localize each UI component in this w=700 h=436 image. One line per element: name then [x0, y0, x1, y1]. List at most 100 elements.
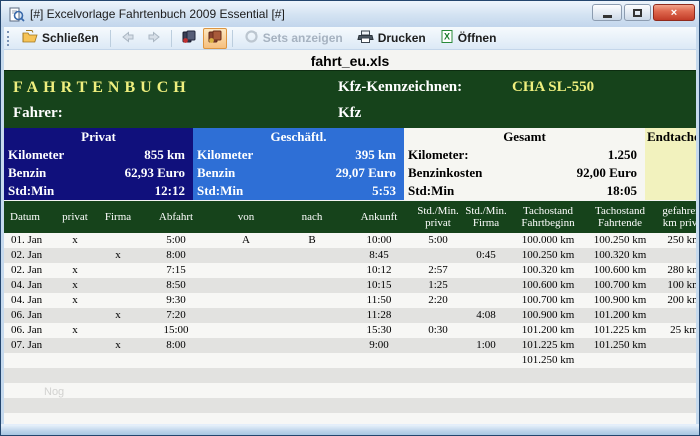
toolbar: Schließen	[4, 27, 696, 50]
summary-value: 1.250	[608, 146, 637, 164]
table-cell	[414, 368, 462, 383]
table-row	[4, 383, 696, 398]
column-header: Datum	[4, 201, 54, 233]
summary-value: 92,00 Euro	[577, 164, 637, 182]
table-cell	[462, 278, 510, 293]
sets-icon	[244, 29, 259, 47]
maximize-button[interactable]	[624, 4, 651, 21]
table-cell	[212, 248, 280, 263]
table-cell: 02. Jan	[4, 248, 54, 263]
summary-endtacho: Endtacho	[645, 128, 696, 200]
table-cell	[280, 323, 344, 338]
table-cell	[54, 368, 96, 383]
table-cell	[140, 398, 212, 413]
table-cell	[654, 308, 696, 323]
table-cell	[96, 278, 140, 293]
table-cell: 04. Jan	[4, 293, 54, 308]
table-cell	[462, 293, 510, 308]
kfz-kennzeichen-value: CHA SL-550	[512, 79, 594, 96]
table-cell: 280 km	[654, 263, 696, 278]
table-cell: 10:00	[344, 233, 414, 248]
table-cell	[586, 398, 654, 413]
logbook-header: FAHRTENBUCH Kfz-Kennzeichnen: CHA SL-550…	[4, 70, 696, 128]
table-cell	[510, 413, 586, 424]
schliessen-button[interactable]: Schließen	[16, 28, 105, 49]
table-cell	[462, 233, 510, 248]
table-cell	[212, 323, 280, 338]
table-row: 06. Janx15:0015:300:30101.200 km101.225 …	[4, 323, 696, 338]
sets-anzeigen-button[interactable]: Sets anzeigen	[238, 28, 349, 49]
table-cell	[54, 413, 96, 424]
table-cell	[654, 383, 696, 398]
table-cell	[212, 263, 280, 278]
column-header: Std./Min. privat	[414, 201, 462, 233]
summary-value: 12:12	[155, 182, 185, 200]
table-cell: 10:12	[344, 263, 414, 278]
table-cell: 100.320 km	[586, 248, 654, 263]
table-cell: 8:45	[344, 248, 414, 263]
table-cell	[510, 383, 586, 398]
table-cell: 101.225 km	[510, 338, 586, 353]
summary-privat: PrivatKilometer855 kmBenzin62,93 EuroStd…	[4, 128, 193, 200]
summary-row: Kilometer:1.250	[404, 146, 645, 164]
view-mode-button[interactable]	[177, 28, 201, 49]
table-cell	[344, 383, 414, 398]
table-cell	[414, 353, 462, 368]
table-cell: 250 km	[654, 233, 696, 248]
column-header: nach	[280, 201, 344, 233]
table-cell: 100.320 km	[510, 263, 586, 278]
summary-row: Std:Min18:05	[404, 182, 645, 200]
cards-dark-icon	[181, 29, 197, 47]
toolbar-grip-handle[interactable]	[7, 31, 10, 46]
close-button[interactable]: ×	[653, 4, 695, 21]
table-cell	[462, 353, 510, 368]
table-cell: x	[54, 293, 96, 308]
table-row: 101.250 km	[4, 353, 696, 368]
table-cell	[140, 383, 212, 398]
table-cell: 7:20	[140, 308, 212, 323]
table-cell: 15:30	[344, 323, 414, 338]
summary-label: Benzin	[197, 164, 235, 182]
oeffnen-button[interactable]: X Öffnen	[434, 28, 503, 49]
column-header: Abfahrt	[140, 201, 212, 233]
excel-file-icon: X	[440, 29, 454, 47]
table-cell: 0:30	[414, 323, 462, 338]
summary-row: Benzin29,07 Euro	[193, 164, 404, 182]
back-button[interactable]	[116, 28, 140, 49]
table-cell: 5:00	[140, 233, 212, 248]
forward-button[interactable]	[142, 28, 166, 49]
table-cell	[96, 293, 140, 308]
column-header: Firma	[96, 201, 140, 233]
summary-row: Kilometer855 km	[4, 146, 193, 164]
table-cell	[462, 263, 510, 278]
minimize-button[interactable]	[592, 4, 622, 21]
table-cell	[462, 398, 510, 413]
table-row: 06. Janx7:2011:284:08100.900 km101.200 k…	[4, 308, 696, 323]
view-mode-active-button[interactable]	[203, 28, 227, 49]
drucken-button[interactable]: Drucken	[351, 28, 432, 49]
column-header: privat	[54, 201, 96, 233]
table-cell	[414, 338, 462, 353]
table-cell	[414, 308, 462, 323]
table-cell: 101.250 km	[510, 353, 586, 368]
table-cell: 15:00	[140, 323, 212, 338]
summary-row: Std:Min5:53	[193, 182, 404, 200]
table-cell: x	[96, 308, 140, 323]
table-cell	[4, 353, 54, 368]
column-header: Std./Min. Firma	[462, 201, 510, 233]
maximize-icon	[633, 9, 642, 17]
table-cell: x	[54, 263, 96, 278]
table-cell	[212, 338, 280, 353]
table-cell	[462, 368, 510, 383]
table-cell: 100.000 km	[510, 233, 586, 248]
summary-endtacho-title: Endtacho	[645, 128, 696, 146]
table-cell	[54, 353, 96, 368]
table-cell	[586, 368, 654, 383]
table-cell: 1:00	[462, 338, 510, 353]
summary-value: 855 km	[144, 146, 185, 164]
summary-geschaeftl: Geschäftl.Kilometer395 kmBenzin29,07 Eur…	[193, 128, 404, 200]
table-row: 01. Janx5:00AB10:005:00100.000 km100.250…	[4, 233, 696, 248]
toolbar-separator	[232, 30, 233, 47]
summary-value: 18:05	[607, 182, 637, 200]
table-cell	[54, 338, 96, 353]
